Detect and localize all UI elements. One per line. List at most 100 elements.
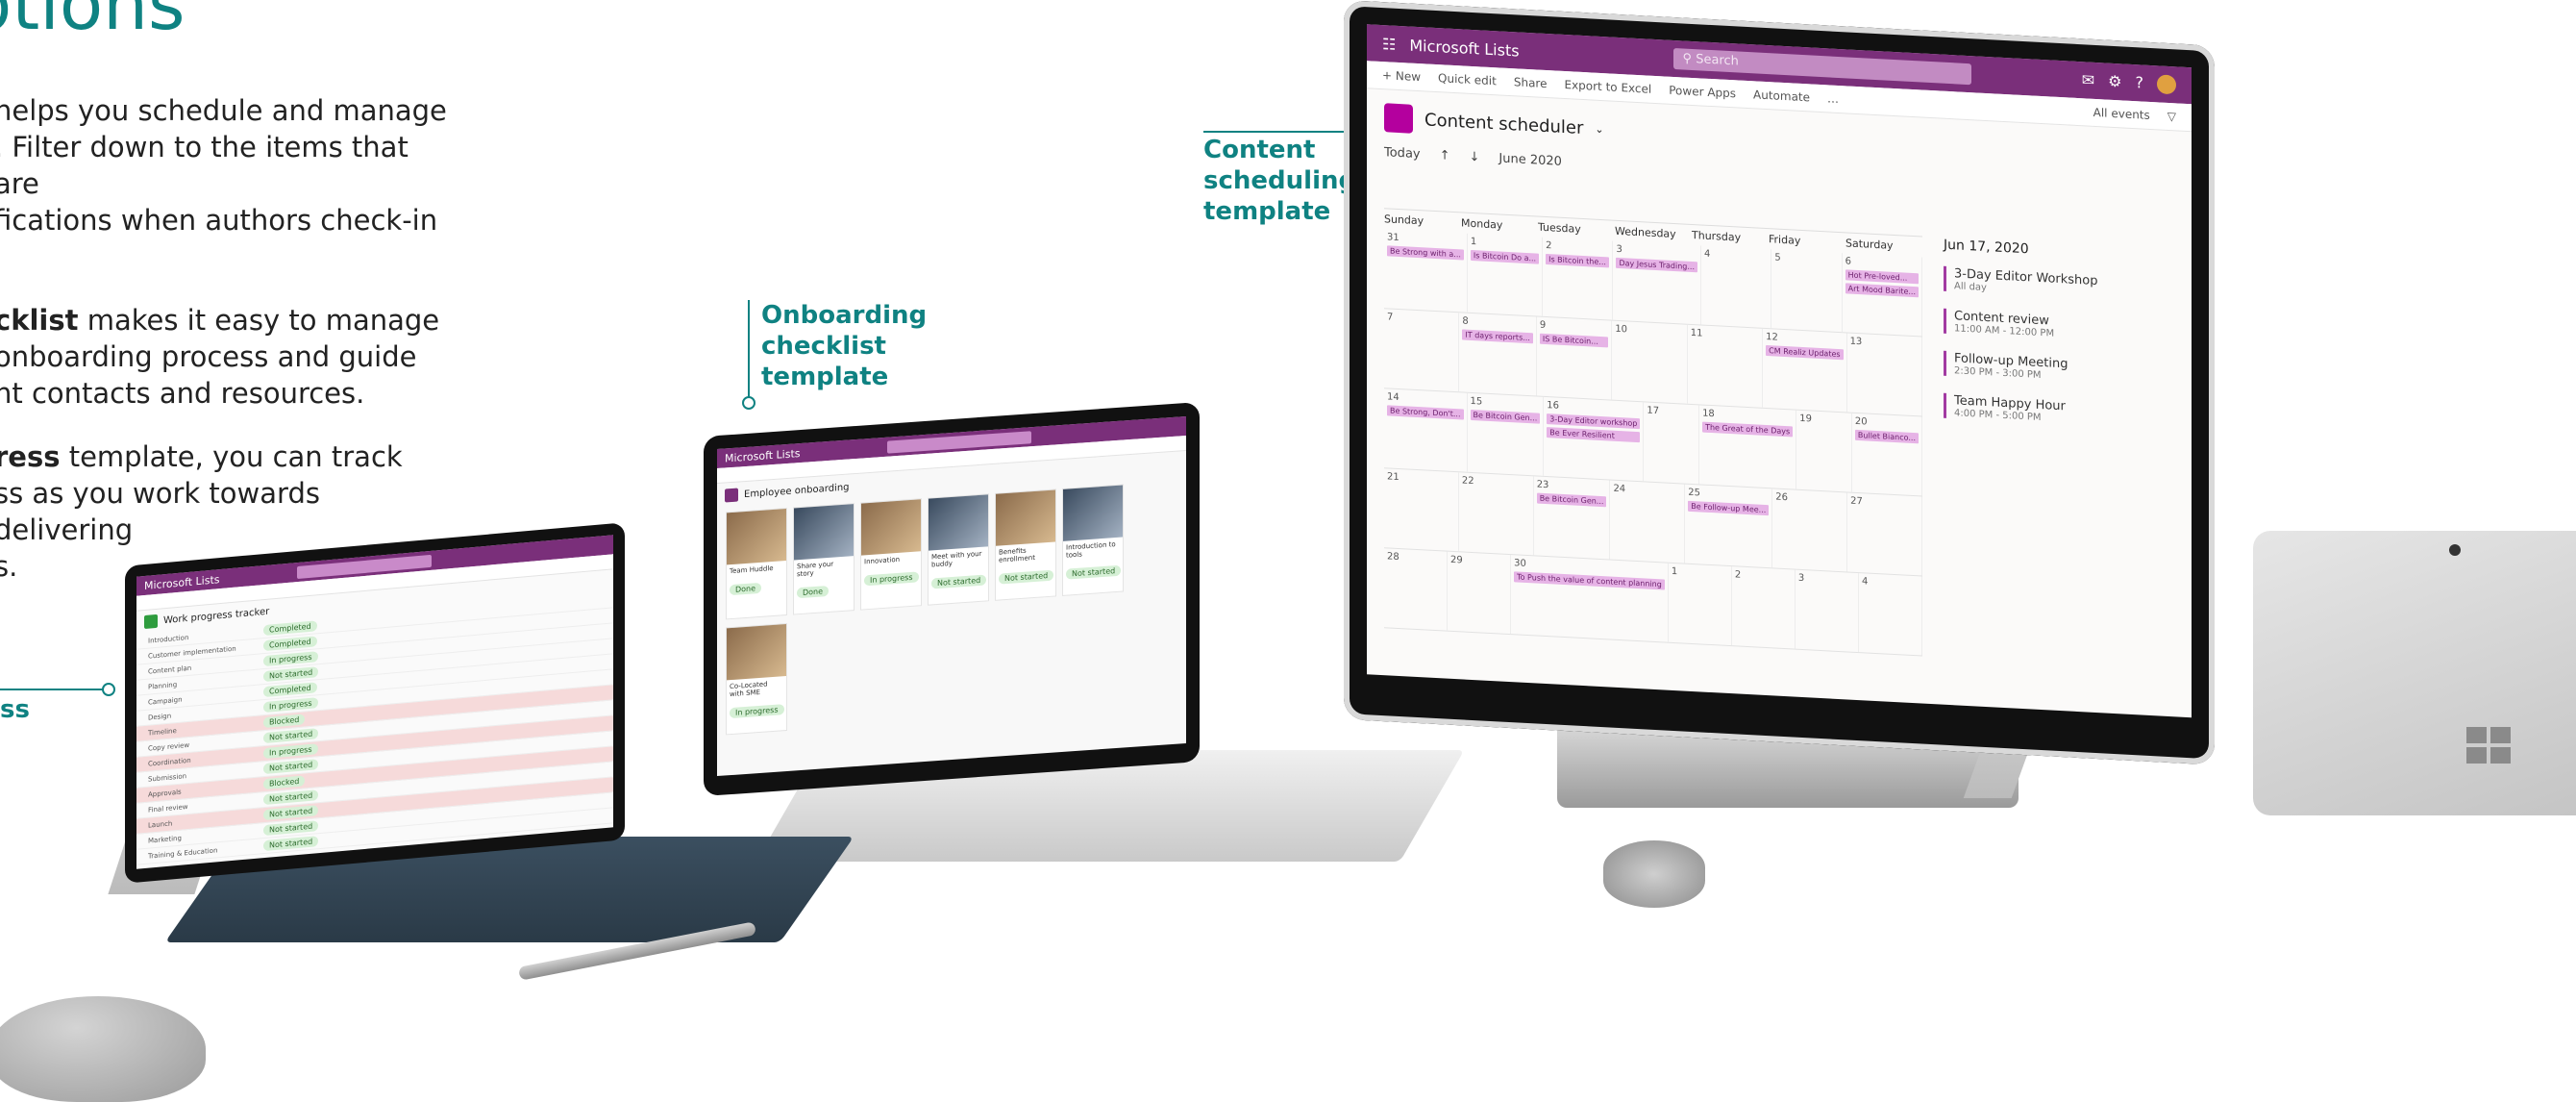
calendar-event[interactable]: Bullet Bianco... [1854,429,1919,444]
calendar-event[interactable]: IS Be Bitcoin... [1539,333,1609,348]
calendar-event[interactable]: Be Follow-up Mee... [1688,500,1770,516]
onboarding-card[interactable]: Team Huddle Done [726,507,787,620]
day-number: 22 [1461,475,1474,488]
onboarding-card[interactable]: Meet with your buddy Not started [928,493,989,606]
cmd-more[interactable]: … [1827,91,1839,106]
calendar-event[interactable]: CM Realiz Updates [1766,345,1844,361]
calendar-event[interactable]: IT days reports... [1462,329,1533,344]
weekday-label: Monday [1461,216,1503,232]
list-icon [144,614,158,629]
calendar-day-cell[interactable]: 4 [1858,573,1922,656]
onboarding-card[interactable]: Share your story Done [793,503,855,615]
calendar-event[interactable]: Art Mood Barite... [1845,283,1919,298]
calendar-day-cell[interactable]: 1 [1668,563,1732,646]
avatar[interactable] [2157,74,2176,95]
calendar-day-cell[interactable]: 5 [1771,249,1843,333]
calendar-day-cell[interactable]: 16 3-Day Editor workshop Be Ever Resilient [1544,396,1645,482]
cmd-quick-edit[interactable]: Quick edit [1438,71,1497,88]
calendar-day-cell[interactable]: 7 [1384,309,1460,392]
cmd-power-apps[interactable]: Power Apps [1669,84,1736,101]
status-badge: Completed [263,682,317,698]
app-brand[interactable]: Microsoft Lists [1409,36,1519,60]
agenda-event[interactable]: Follow-up Meeting 2:30 PM - 3:00 PM [1944,350,2107,385]
today-button[interactable]: Today [1384,145,1421,162]
bell-icon[interactable]: ✉ [2082,70,2094,90]
calendar-day-cell[interactable]: 27 [1847,492,1922,576]
calendar-day-cell[interactable]: 15 Be Bitcoin Gen... [1467,392,1545,476]
filter-icon[interactable]: ▽ [2167,110,2176,123]
calendar-day-cell[interactable]: 22 [1458,472,1534,556]
calendar-day-cell[interactable]: 2 [1731,566,1796,649]
calendar-event[interactable]: To Push the value of content planning [1514,571,1665,590]
onboarding-card[interactable]: Introduction to tools Not started [1062,484,1124,596]
calendar-day-cell[interactable]: 31 Be Strong with a... [1384,229,1468,313]
calendar-day-cell[interactable]: 30 To Push the value of content planning [1511,555,1669,642]
calendar-day-cell[interactable]: 23 Be Bitcoin Gen... [1533,476,1611,560]
cmd-share[interactable]: Share [1514,75,1548,90]
list-title: Employee onboarding [744,481,850,500]
calendar-event[interactable]: Is Bitcoin Do a... [1470,249,1540,264]
day-number: 5 [1774,252,1781,263]
status-badge: Not started [999,569,1054,585]
chevron-down-icon[interactable]: ⌄ [1595,122,1603,135]
calendar-day-cell[interactable]: 12 CM Realiz Updates [1763,328,1847,413]
calendar-day-cell[interactable]: 25 Be Follow-up Mee... [1685,484,1773,568]
cmd-export[interactable]: Export to Excel [1564,78,1651,96]
day-number: 14 [1387,391,1399,404]
calendar-day-cell[interactable]: 6 Hot Pre-loved... Art Mood Barite... [1842,253,1922,337]
calendar-day-cell[interactable]: 17 [1644,402,1700,485]
calendar-event[interactable]: Be Ever Resilient [1547,427,1641,443]
calendar-event[interactable]: Day Jesus Trading... [1616,257,1697,273]
day-number: 1 [1671,565,1678,578]
calendar-day-cell[interactable]: 29 [1448,551,1512,635]
calendar-day-cell[interactable]: 18 The Great of the Days [1699,405,1797,489]
status-badge: Not started [263,666,319,683]
day-number: 1 [1470,236,1477,248]
month-selector[interactable]: June 2020 [1499,151,1562,168]
agenda-event[interactable]: 3-Day Editor Workshop All day [1944,265,2107,300]
calendar-day-cell[interactable]: 26 [1772,488,1848,572]
calendar-event[interactable]: Be Strong, Don't... [1387,405,1464,420]
arrow-down-icon[interactable]: ↓ [1470,150,1480,165]
calendar-event[interactable]: Is Bitcoin the... [1546,254,1610,268]
calendar-day-cell[interactable]: 10 [1612,320,1688,404]
gear-icon[interactable]: ⚙ [2108,72,2121,92]
calendar-event[interactable]: 3-Day Editor workshop [1547,413,1641,430]
calendar-day-cell[interactable]: 13 [1846,333,1922,416]
calendar-day-cell[interactable]: 3 [1795,569,1859,653]
onboarding-card[interactable]: Benefits enrollment Not started [995,488,1056,601]
onboarding-card[interactable]: Innovation In progress [860,498,922,611]
agenda-event[interactable]: Content review 11:00 AM - 12:00 PM [1944,308,2107,342]
cmd-automate[interactable]: Automate [1753,88,1810,104]
agenda-event[interactable]: Team Happy Hour 4:00 PM - 5:00 PM [1944,392,2107,427]
waffle-icon[interactable]: ☷ [1382,35,1396,54]
calendar-day-cell[interactable]: 14 Be Strong, Don't... [1384,388,1468,472]
page-heading: options [0,0,186,46]
day-number: 9 [1539,319,1547,332]
calendar-day-cell[interactable]: 3 Day Jesus Trading... [1613,240,1701,325]
calendar-event[interactable]: Be Bitcoin Gen... [1536,492,1607,508]
calendar-day-cell[interactable]: 1 Is Bitcoin Do a... [1467,233,1544,316]
calendar-day-cell[interactable]: 8 IT days reports... [1459,313,1537,396]
calendar-day-cell[interactable]: 9 IS Be Bitcoin... [1536,316,1613,400]
calendar-day-cell[interactable]: 2 Is Bitcoin the... [1543,237,1614,320]
calendar-day-cell[interactable]: 28 [1384,548,1449,631]
calendar-day-cell[interactable]: 19 [1796,410,1852,492]
app-brand[interactable]: Microsoft Lists [725,447,801,464]
calendar-event[interactable]: Be Strong with a... [1387,245,1464,261]
day-number: 28 [1387,551,1399,564]
calendar-day-cell[interactable]: 20 Bullet Bianco... [1851,413,1922,496]
day-number: 16 [1547,400,1559,412]
arrow-up-icon[interactable]: ↑ [1440,148,1450,163]
calendar-event[interactable]: Be Bitcoin Gen... [1470,409,1541,424]
view-selector[interactable]: All events [2093,106,2150,122]
cmd-new[interactable]: + New [1382,68,1421,84]
calendar-day-cell[interactable]: 11 [1687,324,1764,408]
help-icon[interactable]: ? [2136,73,2144,92]
calendar-day-cell[interactable]: 21 [1384,468,1459,552]
calendar-event[interactable]: Hot Pre-loved... [1845,269,1919,285]
calendar-day-cell[interactable]: 24 [1610,480,1686,564]
calendar-event[interactable]: The Great of the Days [1702,421,1794,438]
calendar-day-cell[interactable]: 4 [1701,245,1772,329]
onboarding-card[interactable]: Co-Located with SME In progress [726,622,787,736]
